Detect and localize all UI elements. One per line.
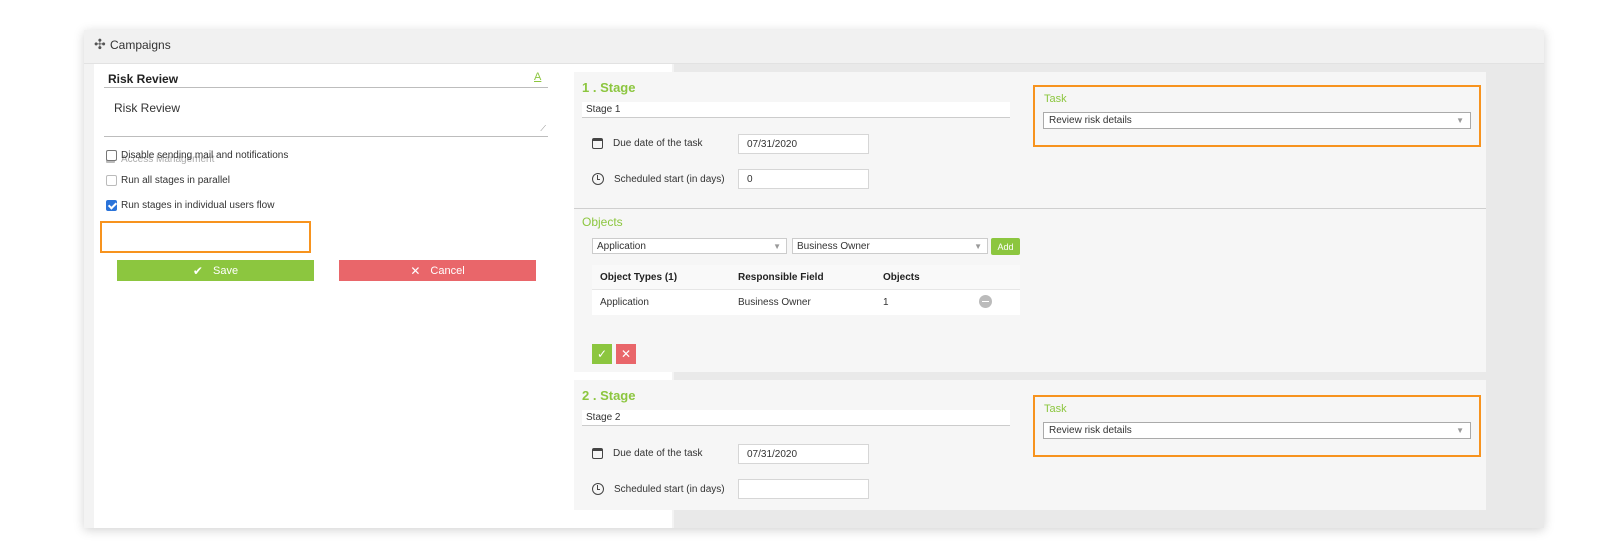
description-textarea[interactable]: Risk Review ⟋: [104, 94, 548, 137]
object-type-select[interactable]: Application ▼: [592, 238, 787, 254]
divider: [574, 208, 1486, 209]
option-run-parallel[interactable]: Run all stages in parallel: [106, 175, 230, 186]
text-format-link[interactable]: A: [534, 71, 541, 83]
clock-icon: [592, 483, 604, 495]
due-date-label: Due date of the task: [613, 448, 703, 459]
stage-title: 2 . Stage: [582, 388, 636, 403]
object-type-value: Application: [597, 241, 646, 252]
col-object-types: Object Types (1): [600, 271, 678, 283]
option-label: Run stages in individual users flow: [121, 200, 275, 211]
task-select[interactable]: Review risk details ▼: [1043, 112, 1471, 129]
table-row: Application Business Owner 1: [592, 290, 1020, 315]
due-date-row: Due date of the task: [592, 138, 703, 149]
confirm-button[interactable]: ✓: [592, 344, 612, 364]
col-objects: Objects: [883, 271, 920, 283]
description-text: Risk Review: [114, 101, 181, 115]
task-select-value: Review risk details: [1049, 425, 1132, 436]
clock-icon: [592, 173, 604, 185]
add-object-button[interactable]: Add: [991, 238, 1020, 255]
due-date-row: Due date of the task: [592, 448, 703, 459]
option-label: Disable sending mail and notifications: [121, 150, 289, 161]
checkbox-disable-mail[interactable]: [106, 150, 117, 161]
table-header: Object Types (1) Responsible Field Objec…: [592, 265, 1020, 290]
stage-title: 1 . Stage: [582, 80, 636, 95]
checkbox-run-parallel[interactable]: [106, 175, 117, 186]
due-date-input[interactable]: 07/31/2020: [738, 134, 869, 154]
check-circle-icon: ✔: [192, 263, 203, 278]
check-icon: ✓: [596, 347, 608, 361]
due-date-label: Due date of the task: [613, 138, 703, 149]
cancel-button[interactable]: ✕ Cancel: [339, 260, 536, 281]
responsible-field-value: Business Owner: [797, 241, 870, 252]
resize-handle-icon[interactable]: ⟋: [540, 124, 546, 134]
scheduled-start-input[interactable]: [738, 479, 869, 499]
stage-name-input[interactable]: Stage 2: [582, 410, 1010, 426]
col-responsible-field: Responsible Field: [738, 271, 824, 283]
calendar-icon: [592, 138, 603, 149]
cell-objects[interactable]: 1: [879, 297, 979, 308]
option-individual-flow[interactable]: Run stages in individual users flow: [106, 200, 274, 211]
close-icon: ✕: [620, 347, 632, 361]
discard-button[interactable]: ✕: [616, 344, 636, 364]
calendar-icon: [592, 448, 603, 459]
cell-object-type: Application: [600, 297, 649, 308]
save-label: Save: [212, 264, 239, 277]
scheduled-start-label: Scheduled start (in days): [614, 173, 725, 185]
responsible-field-select[interactable]: Business Owner ▼: [792, 238, 988, 254]
task-select-value: Review risk details: [1049, 115, 1132, 126]
highlight-box: [100, 221, 311, 253]
gear-icon: ✣: [94, 36, 106, 52]
scheduled-start-row: Scheduled start (in days): [592, 483, 725, 495]
task-label: Task: [1044, 403, 1067, 415]
task-label: Task: [1044, 93, 1067, 105]
top-bar: ✣ Campaigns: [84, 30, 1544, 64]
task-highlight-1: Task Review risk details ▼: [1033, 85, 1481, 147]
campaign-name-field[interactable]: Risk Review: [108, 72, 178, 86]
scheduled-start-row: Scheduled start (in days): [592, 173, 725, 185]
remove-icon[interactable]: [979, 294, 992, 308]
save-button[interactable]: ✔ Save: [117, 260, 314, 281]
scheduled-start-label: Scheduled start (in days): [614, 483, 725, 495]
option-label: Run all stages in parallel: [121, 175, 230, 186]
objects-table: Object Types (1) Responsible Field Objec…: [592, 265, 1020, 315]
cancel-label: Cancel: [430, 264, 465, 277]
chevron-down-icon: ▼: [974, 242, 982, 251]
checkbox-individual-flow[interactable]: [106, 200, 117, 211]
task-select[interactable]: Review risk details ▼: [1043, 422, 1471, 439]
due-date-input[interactable]: 07/31/2020: [738, 444, 869, 464]
divider: [104, 87, 548, 88]
cell-responsible-field: Business Owner: [738, 297, 811, 308]
page-title: Campaigns: [110, 38, 171, 52]
objects-title: Objects: [582, 215, 623, 229]
chevron-down-icon: ▼: [1456, 426, 1464, 435]
scheduled-start-input[interactable]: 0: [738, 169, 869, 189]
stage-name-input[interactable]: Stage 1: [582, 102, 1010, 118]
chevron-down-icon: ▼: [773, 242, 781, 251]
task-highlight-2: Task Review risk details ▼: [1033, 395, 1481, 457]
close-icon: ✕: [410, 263, 421, 278]
chevron-down-icon: ▼: [1456, 116, 1464, 125]
option-disable-mail[interactable]: Disable sending mail and notifications: [106, 150, 288, 161]
